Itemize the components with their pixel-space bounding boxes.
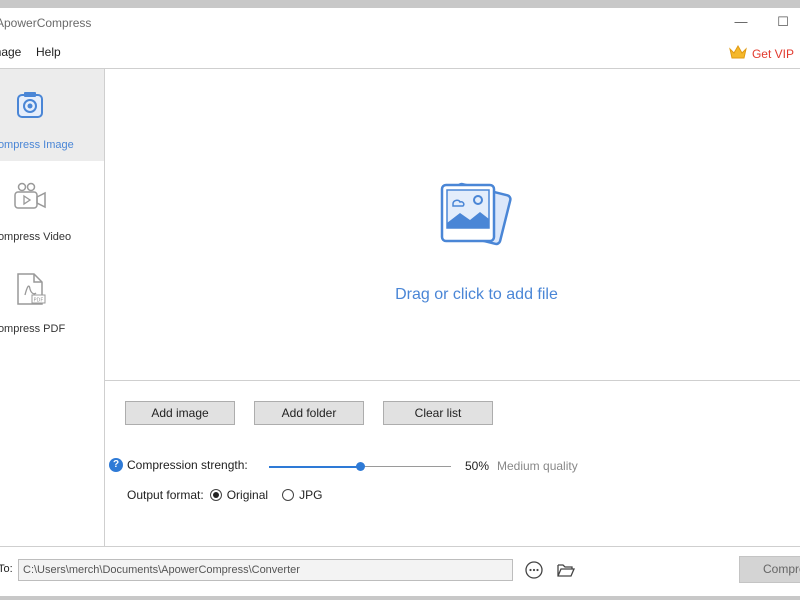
output-format-row: Output format: Original JPG <box>127 488 322 502</box>
sidebar: Compress Image Compress Video <box>0 68 105 546</box>
sidebar-label-compress-video: Compress Video <box>0 231 72 243</box>
file-drop-zone[interactable]: Drag or click to add file <box>105 68 800 381</box>
sidebar-item-compress-video[interactable]: Compress Video <box>0 161 104 253</box>
menu-bar: Image Help Get VIP <box>0 38 800 68</box>
compression-strength-row: ? Compression strength: <box>109 458 248 472</box>
compress-button[interactable]: Compress <box>739 556 800 583</box>
menu-help[interactable]: Help <box>36 45 61 59</box>
compression-strength-slider[interactable] <box>269 462 451 471</box>
image-compress-icon <box>12 87 48 123</box>
drop-zone-text: Drag or click to add file <box>395 286 558 303</box>
radio-original-label[interactable]: Original <box>227 488 268 502</box>
get-vip-button[interactable]: Get VIP <box>728 44 794 63</box>
radio-original[interactable] <box>209 489 222 501</box>
sidebar-item-compress-pdf[interactable]: PDF Compress PDF <box>0 253 104 345</box>
output-path-field[interactable] <box>18 559 513 581</box>
output-format-label: Output format: <box>127 488 204 502</box>
compression-percent: 50% <box>465 459 490 473</box>
footer-bar: To: Compress <box>0 546 800 596</box>
compression-strength-label: Compression strength: <box>127 458 248 472</box>
pdf-file-icon: PDF <box>12 271 48 307</box>
quality-label: Medium quality <box>497 459 578 473</box>
video-camera-icon <box>12 179 48 215</box>
sidebar-label-compress-image: Compress Image <box>0 139 74 151</box>
slider-thumb[interactable] <box>356 462 365 471</box>
maximize-button[interactable]: ☐ <box>775 14 791 30</box>
sidebar-label-compress-pdf: Compress PDF <box>0 323 66 335</box>
svg-text:PDF: PDF <box>34 298 44 304</box>
clear-list-button[interactable]: Clear list <box>383 401 493 425</box>
save-to-label: To: <box>0 563 13 575</box>
radio-jpg-label[interactable]: JPG <box>299 488 322 502</box>
help-icon[interactable]: ? <box>109 458 123 472</box>
add-folder-button[interactable]: Add folder <box>254 401 364 425</box>
app-title: ApowerCompress <box>0 16 92 30</box>
get-vip-label: Get VIP <box>751 46 794 61</box>
crown-icon <box>728 44 748 63</box>
title-bar: ApowerCompress — ☐ <box>0 8 800 38</box>
slider-fill <box>269 466 360 468</box>
radio-jpg[interactable] <box>282 489 295 501</box>
add-image-button[interactable]: Add image <box>125 401 235 425</box>
sidebar-item-compress-image[interactable]: Compress Image <box>0 69 104 161</box>
compression-controls: Add image Add folder Clear list ? Compre… <box>105 382 800 546</box>
menu-image[interactable]: Image <box>0 45 21 59</box>
app-window: ApowerCompress — ☐ Image Help Get VIP <box>0 8 800 596</box>
image-gallery-icon <box>438 179 518 255</box>
open-folder-icon[interactable] <box>556 560 576 580</box>
minimize-button[interactable]: — <box>733 14 749 30</box>
more-options-icon[interactable] <box>524 560 544 580</box>
